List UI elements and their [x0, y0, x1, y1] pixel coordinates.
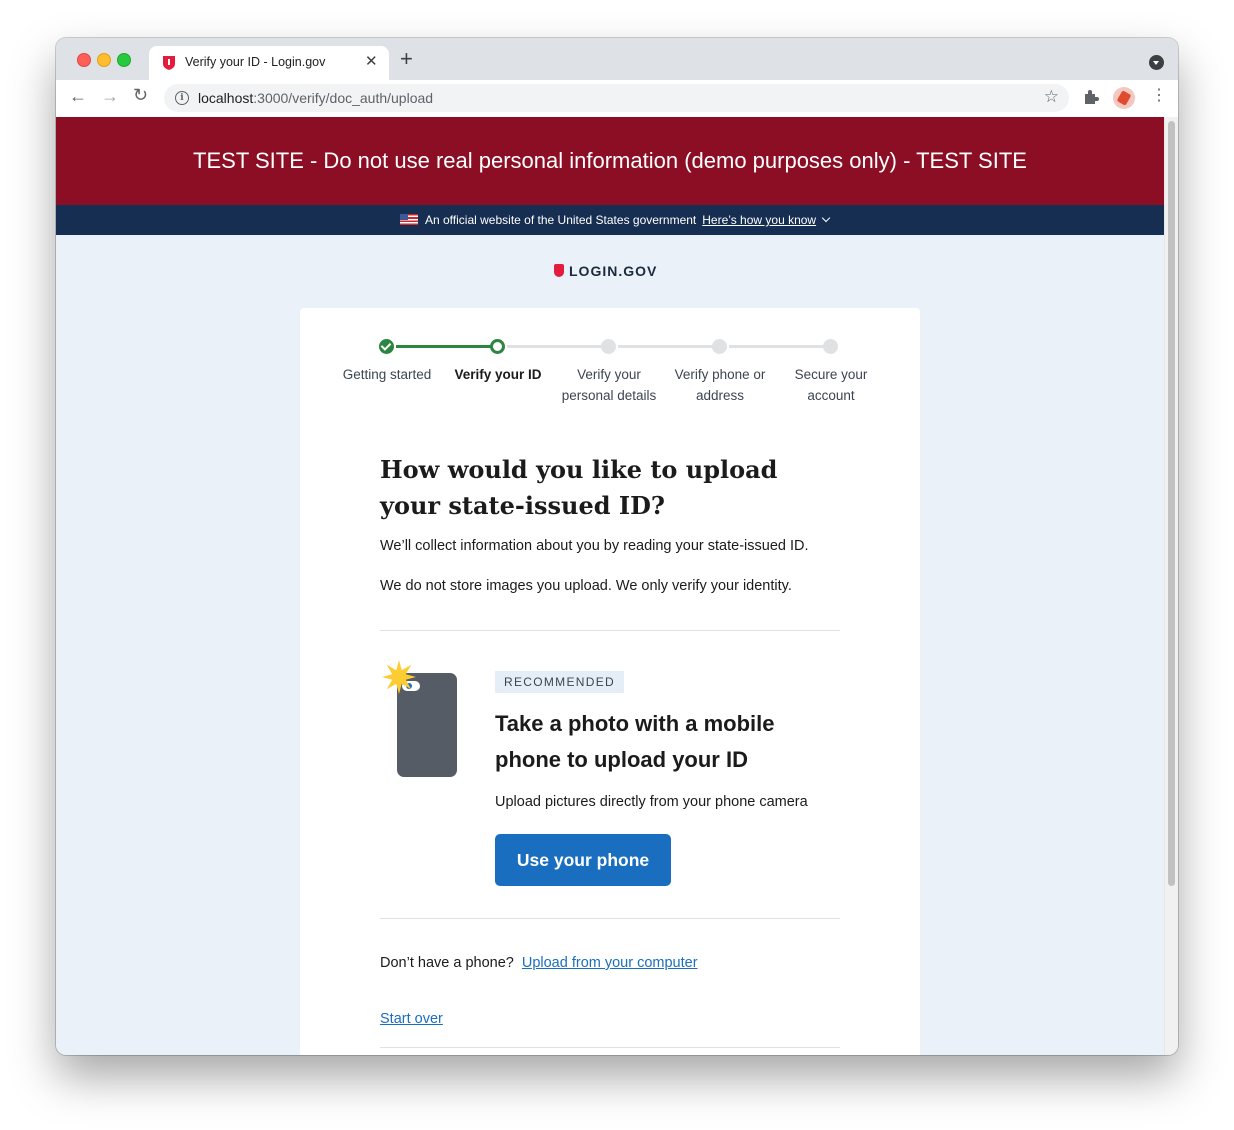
step-future-marker: [823, 339, 838, 354]
step-label-secure-account: Secure your account: [794, 367, 868, 403]
new-tab-button[interactable]: +: [400, 48, 413, 70]
tab-search-icon[interactable]: [1149, 55, 1164, 70]
step-connector: [507, 345, 603, 348]
step-future-marker: [601, 339, 616, 354]
step-label-verify-id: Verify your ID: [454, 367, 542, 382]
reload-icon[interactable]: ↻: [133, 85, 148, 106]
option-heading: Take a photo with a mobile phone to uplo…: [495, 711, 775, 772]
browser-menu-icon[interactable]: ⋮: [1151, 88, 1167, 104]
shield-icon: [554, 264, 564, 277]
bookmark-star-icon[interactable]: ☆: [1044, 87, 1059, 107]
logo-text: LOGIN.GOV: [569, 263, 658, 279]
start-over-link[interactable]: Start over: [380, 1011, 443, 1027]
step-current-marker: [490, 339, 505, 354]
extensions-puzzle-icon[interactable]: [1083, 89, 1099, 105]
step-connector: [729, 345, 825, 348]
minimize-window-button[interactable]: [97, 53, 111, 67]
site-info-icon[interactable]: i: [175, 91, 189, 105]
intro-text: We’ll collect information about you by r…: [380, 538, 809, 554]
page-scrollbar[interactable]: [1164, 117, 1178, 1055]
profile-avatar[interactable]: [1113, 87, 1135, 109]
page-viewport: TEST SITE - Do not use real personal inf…: [56, 117, 1164, 1055]
url-text[interactable]: localhost:3000/verify/doc_auth/upload: [198, 90, 433, 106]
main-card: Getting started Verify your ID Verify yo…: [300, 308, 920, 1055]
step-future-marker: [712, 339, 727, 354]
step-label-getting-started: Getting started: [342, 367, 432, 382]
login-gov-favicon-icon: [163, 56, 175, 70]
step-connector: [618, 345, 714, 348]
tab-title: Verify your ID - Login.gov: [185, 55, 326, 69]
forward-icon[interactable]: →: [101, 86, 119, 107]
recommended-badge: RECOMMENDED: [495, 671, 624, 693]
divider: [380, 630, 840, 631]
browser-tab[interactable]: Verify your ID - Login.gov ✕: [149, 46, 389, 80]
use-your-phone-button[interactable]: Use your phone: [495, 834, 671, 886]
address-bar[interactable]: i localhost:3000/verify/doc_auth/upload …: [164, 84, 1069, 112]
step-label-phone-or-address: Verify phone or address: [674, 367, 766, 403]
login-gov-logo[interactable]: LOGIN.GOV: [554, 263, 657, 279]
browser-window: Verify your ID - Login.gov ✕ + ← → ↻ i l…: [56, 38, 1178, 1055]
phone-icon: [397, 673, 457, 777]
gov-banner-text: An official website of the United States…: [425, 213, 697, 227]
upload-from-computer-link[interactable]: Upload from your computer: [522, 955, 698, 971]
page-heading: How would you like to upload your state-…: [380, 455, 778, 520]
heres-how-you-know-link[interactable]: Here’s how you know: [702, 213, 816, 227]
tab-strip: Verify your ID - Login.gov ✕ +: [56, 38, 1178, 80]
browser-toolbar: ← → ↻ i localhost:3000/verify/doc_auth/u…: [56, 80, 1178, 118]
start-over-row: Start over: [380, 1011, 443, 1027]
phone-camera-illustration: [382, 660, 462, 780]
scrollbar-thumb[interactable]: [1168, 121, 1175, 886]
url-host: localhost: [198, 90, 254, 106]
us-flag-icon: [400, 214, 418, 225]
flash-icon: [382, 660, 416, 694]
back-icon[interactable]: ←: [69, 86, 87, 107]
chevron-down-icon[interactable]: [821, 213, 831, 223]
url-path: :3000/verify/doc_auth/upload: [253, 90, 434, 106]
test-site-banner: TEST SITE - Do not use real personal inf…: [56, 117, 1164, 205]
no-phone-text: Don’t have a phone?: [380, 955, 514, 971]
option-description: Upload pictures directly from your phone…: [495, 794, 808, 810]
zoom-window-button[interactable]: [117, 53, 131, 67]
step-complete-check-icon: [379, 339, 394, 354]
gov-banner: An official website of the United States…: [56, 205, 1164, 235]
step-label-personal-details: Verify your personal details: [561, 367, 657, 403]
no-phone-row: Don’t have a phone? Upload from your com…: [380, 955, 698, 971]
close-window-button[interactable]: [77, 53, 91, 67]
step-connector: [396, 345, 492, 348]
divider: [380, 918, 840, 919]
divider: [380, 1047, 840, 1048]
privacy-text: We do not store images you upload. We on…: [380, 578, 792, 594]
tab-close-icon[interactable]: ✕: [365, 52, 378, 70]
